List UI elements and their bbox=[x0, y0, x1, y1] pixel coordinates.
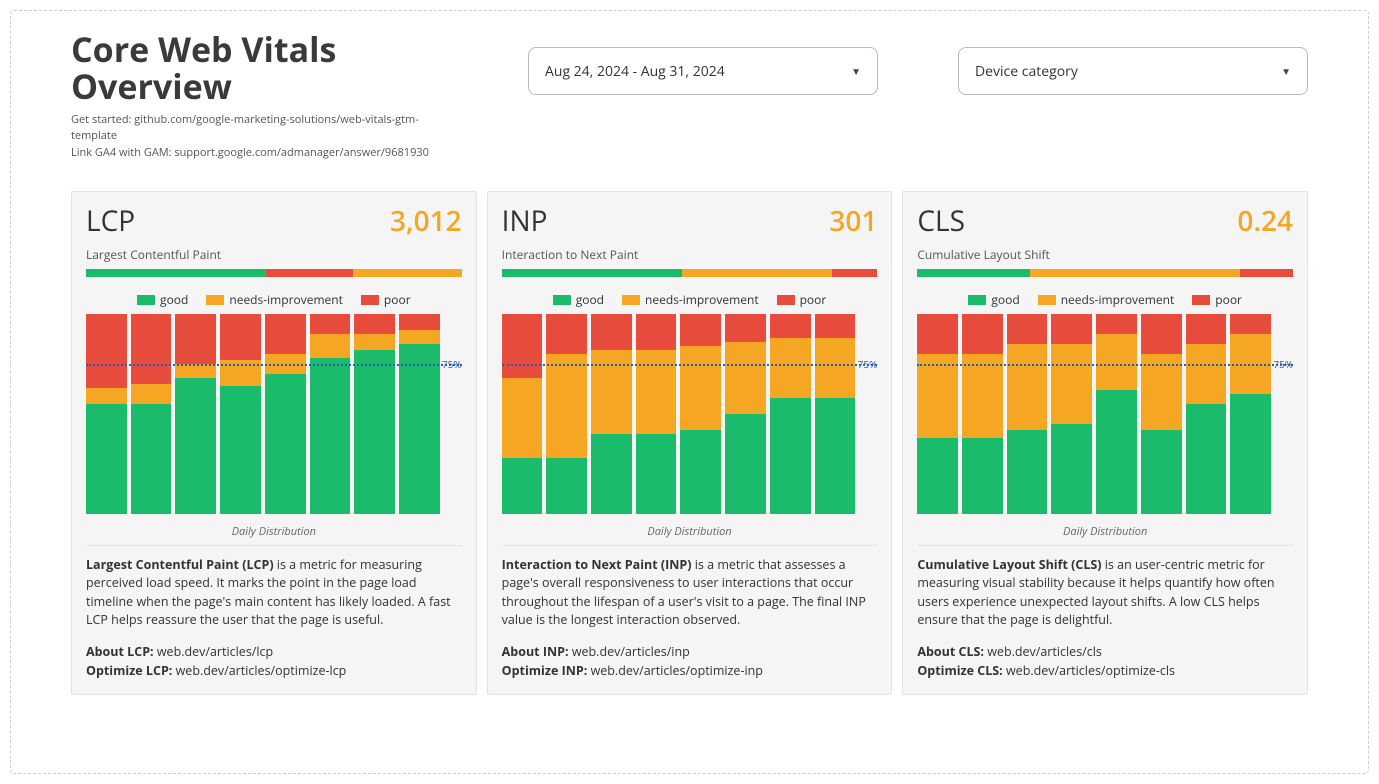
overall-distribution-bar bbox=[86, 269, 462, 277]
metric-card-lcp: LCP 3,012 Largest Contentful Paint good need… bbox=[71, 191, 477, 695]
chart-bar bbox=[502, 314, 543, 514]
chart-caption: Daily Distribution bbox=[917, 518, 1293, 546]
page-title: Core Web Vitals Overview bbox=[71, 31, 448, 106]
overall-distribution-bar bbox=[917, 269, 1293, 277]
metric-abbr: INP bbox=[502, 202, 548, 240]
metric-card-cls: CLS 0.24 Cumulative Layout Shift good needs-… bbox=[902, 191, 1308, 695]
cards-row: LCP 3,012 Largest Contentful Paint good need… bbox=[71, 191, 1308, 695]
legend-poor: poor bbox=[1192, 291, 1242, 308]
chart-bar bbox=[591, 314, 632, 514]
chart-bar bbox=[1141, 314, 1182, 514]
chart-caption: Daily Distribution bbox=[502, 518, 878, 546]
chart-bar bbox=[1007, 314, 1048, 514]
legend-needs-improvement: needs-improvement bbox=[206, 291, 343, 308]
legend-poor: poor bbox=[777, 291, 827, 308]
metric-value: 0.24 bbox=[1237, 202, 1293, 240]
legend-good: good bbox=[553, 291, 604, 308]
metric-description: Cumulative Layout Shift (CLS) is an user… bbox=[917, 556, 1293, 629]
header-row: Core Web Vitals Overview Get started: gi… bbox=[71, 31, 1308, 161]
daily-distribution-chart: 75% bbox=[86, 314, 462, 514]
subline-2: Link GA4 with GAM: support.google.com/ad… bbox=[71, 145, 448, 162]
chart-bar bbox=[86, 314, 127, 514]
overall-distribution-bar bbox=[502, 269, 878, 277]
metric-full-name: Cumulative Layout Shift bbox=[917, 246, 1293, 263]
chart-legend: good needs-improvement poor bbox=[86, 291, 462, 308]
about-link[interactable]: web.dev/articles/cls bbox=[987, 643, 1102, 660]
about-label: About LCP: bbox=[86, 643, 154, 660]
chart-bar bbox=[917, 314, 958, 514]
metric-description: Interaction to Next Paint (INP) is a met… bbox=[502, 556, 878, 629]
threshold-label: 75% bbox=[858, 357, 878, 371]
metric-abbr: CLS bbox=[917, 202, 965, 240]
chart-bar bbox=[354, 314, 395, 514]
chart-legend: good needs-improvement poor bbox=[917, 291, 1293, 308]
chart-bar bbox=[770, 314, 811, 514]
chart-legend: good needs-improvement poor bbox=[502, 291, 878, 308]
optimize-link[interactable]: web.dev/articles/optimize-inp bbox=[591, 662, 763, 679]
title-block: Core Web Vitals Overview Get started: gi… bbox=[71, 31, 448, 161]
metric-value: 301 bbox=[829, 202, 877, 240]
metric-description: Largest Contentful Paint (LCP) is a metr… bbox=[86, 556, 462, 629]
chart-bar bbox=[546, 314, 587, 514]
optimize-label: Optimize LCP: bbox=[86, 662, 172, 679]
subline-1: Get started: github.com/google-marketing… bbox=[71, 112, 448, 145]
chart-bar bbox=[815, 314, 856, 514]
chart-bar bbox=[1230, 314, 1271, 514]
metric-links: About LCP: web.dev/articles/lcp Optimize … bbox=[86, 643, 462, 681]
date-range-picker[interactable]: Aug 24, 2024 - Aug 31, 2024 ▼ bbox=[528, 47, 878, 95]
metric-full-name: Interaction to Next Paint bbox=[502, 246, 878, 263]
chart-bar bbox=[680, 314, 721, 514]
caret-down-icon: ▼ bbox=[851, 64, 861, 78]
daily-distribution-chart: 75% bbox=[502, 314, 878, 514]
chart-bar bbox=[310, 314, 351, 514]
device-category-picker[interactable]: Device category ▼ bbox=[958, 47, 1308, 95]
caret-down-icon: ▼ bbox=[1281, 64, 1291, 78]
metric-links: About INP: web.dev/articles/inp Optimize … bbox=[502, 643, 878, 681]
optimize-label: Optimize CLS: bbox=[917, 662, 1002, 679]
metric-full-name: Largest Contentful Paint bbox=[86, 246, 462, 263]
chart-bar bbox=[636, 314, 677, 514]
metric-card-inp: INP 301 Interaction to Next Paint good needs… bbox=[487, 191, 893, 695]
metric-abbr: LCP bbox=[86, 202, 135, 240]
daily-distribution-chart: 75% bbox=[917, 314, 1293, 514]
chart-bar bbox=[399, 314, 440, 514]
chart-bar bbox=[131, 314, 172, 514]
metric-value: 3,012 bbox=[390, 202, 462, 240]
device-category-value: Device category bbox=[975, 62, 1078, 81]
threshold-label: 75% bbox=[1273, 357, 1293, 371]
about-label: About INP: bbox=[502, 643, 569, 660]
chart-caption: Daily Distribution bbox=[86, 518, 462, 546]
chart-bar bbox=[962, 314, 1003, 514]
chart-bar bbox=[725, 314, 766, 514]
chart-bar bbox=[175, 314, 216, 514]
metric-links: About CLS: web.dev/articles/cls Optimize … bbox=[917, 643, 1293, 681]
optimize-link[interactable]: web.dev/articles/optimize-cls bbox=[1006, 662, 1175, 679]
dashboard-frame: Core Web Vitals Overview Get started: gi… bbox=[10, 10, 1369, 774]
legend-needs-improvement: needs-improvement bbox=[622, 291, 759, 308]
legend-good: good bbox=[968, 291, 1019, 308]
chart-bar bbox=[1051, 314, 1092, 514]
optimize-link[interactable]: web.dev/articles/optimize-lcp bbox=[176, 662, 347, 679]
threshold-label: 75% bbox=[442, 357, 462, 371]
chart-bar bbox=[1186, 314, 1227, 514]
about-link[interactable]: web.dev/articles/inp bbox=[572, 643, 690, 660]
legend-needs-improvement: needs-improvement bbox=[1038, 291, 1175, 308]
legend-poor: poor bbox=[361, 291, 411, 308]
legend-good: good bbox=[137, 291, 188, 308]
chart-bar bbox=[220, 314, 261, 514]
chart-bar bbox=[265, 314, 306, 514]
date-range-value: Aug 24, 2024 - Aug 31, 2024 bbox=[545, 62, 725, 81]
chart-bar bbox=[1096, 314, 1137, 514]
optimize-label: Optimize INP: bbox=[502, 662, 588, 679]
about-link[interactable]: web.dev/articles/lcp bbox=[157, 643, 273, 660]
about-label: About CLS: bbox=[917, 643, 984, 660]
